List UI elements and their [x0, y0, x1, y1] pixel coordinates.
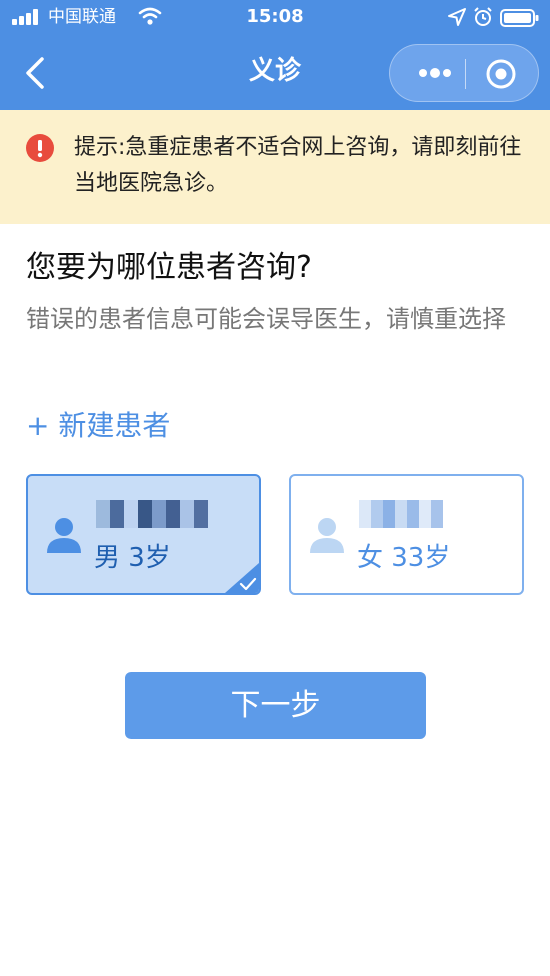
alarm-icon — [474, 7, 492, 26]
alert-icon — [26, 134, 54, 162]
new-patient-link[interactable]: + 新建患者 — [26, 404, 170, 448]
capsule-divider — [465, 59, 466, 89]
battery-icon — [500, 9, 539, 27]
next-step-button[interactable]: 下一步 — [125, 672, 426, 739]
nav-bar: 义诊 — [0, 36, 550, 110]
status-bar: 中国联通 15:08 — [0, 0, 550, 36]
question-title: 您要为哪位患者咨询? — [26, 250, 312, 285]
check-icon — [225, 563, 259, 593]
close-target-icon[interactable] — [484, 57, 518, 91]
plus-icon: + — [26, 409, 50, 442]
patient-card[interactable]: 女 33岁 — [289, 474, 524, 595]
person-icon — [310, 518, 344, 553]
patient-info: 男 3岁 — [94, 543, 171, 573]
person-icon — [47, 518, 81, 553]
patient-card[interactable]: 男 3岁 — [26, 474, 261, 595]
warning-banner: 提示:急重症患者不适合网上咨询，请即刻前往当地医院急诊。 — [0, 110, 550, 224]
more-icon[interactable] — [408, 56, 462, 90]
question-description: 错误的患者信息可能会误导医生，请慎重选择 — [26, 305, 506, 333]
new-patient-label: 新建患者 — [58, 409, 171, 442]
header: 中国联通 15:08 义诊 — [0, 0, 550, 110]
location-icon — [448, 8, 466, 26]
warning-text: 提示:急重症患者不适合网上咨询，请即刻前往当地医院急诊。 — [74, 135, 522, 196]
mini-program-capsule — [389, 44, 539, 102]
patient-info: 女 33岁 — [357, 543, 451, 573]
